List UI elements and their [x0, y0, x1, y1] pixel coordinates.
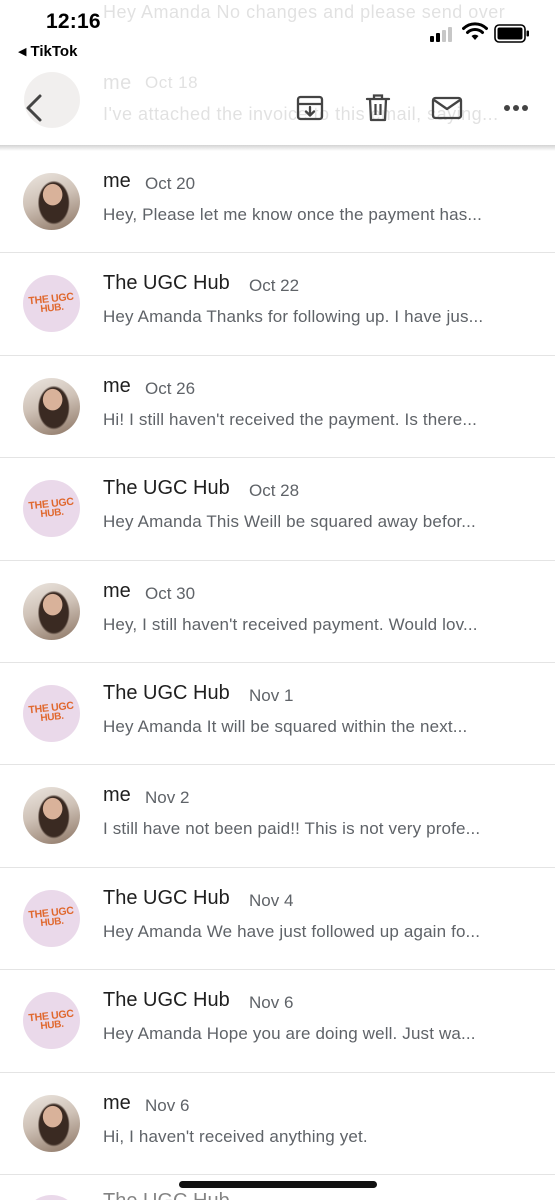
ugc-hub-logo: THE UGC HUB.: [28, 1007, 75, 1032]
thread-sender: The UGC Hub: [103, 886, 230, 909]
user-avatar: [23, 377, 80, 435]
thread-sender: me: [103, 170, 131, 192]
user-avatar: [23, 1094, 80, 1152]
thread-snippet: Hey, Please let me know once the payment…: [103, 205, 483, 224]
archive-button[interactable]: [290, 80, 330, 136]
partial-sender: The UGC Hub: [103, 1190, 230, 1200]
thread-row[interactable]: THE UGC HUB. The UGC Hub Nov 4 Hey Amanda We…: [0, 868, 555, 971]
thread-snippet: Hey Amanda This Weill be squared away be…: [103, 512, 476, 532]
wifi-icon: [462, 22, 488, 40]
ugc-hub-logo: THE UGC HUB.: [28, 905, 75, 930]
thread-date: Oct 30: [145, 583, 196, 603]
brand-avatar: THE UGC HUB.: [23, 480, 80, 538]
battery-icon: [494, 24, 529, 43]
thread-row[interactable]: me Nov 6 Hi, I haven't received anything y…: [0, 1073, 555, 1175]
thread-snippet: Hey Amanda Hope you are doing well. Just…: [103, 1024, 476, 1044]
delete-button[interactable]: [358, 80, 398, 136]
thread-sender: me: [103, 374, 131, 397]
thread-snippet: Hey Amanda We have just followed up agai…: [103, 921, 481, 941]
thread-sender: The UGC Hub: [103, 477, 230, 500]
thread-date: Oct 20: [145, 174, 196, 193]
ugc-hub-logo: THE UGC HUB.: [28, 291, 75, 316]
thread-row[interactable]: THE UGC HUB. The UGC Hub Nov 1 Hey Amanda It…: [0, 663, 555, 766]
thread-date: Oct 26: [145, 378, 196, 398]
ugc-hub-logo: THE UGC HUB.: [28, 700, 75, 725]
user-avatar: [23, 173, 80, 230]
back-to-app-link[interactable]: ◀ TikTok: [18, 43, 77, 60]
thread-date: Nov 4: [249, 890, 294, 910]
thread-date: Oct 28: [249, 481, 300, 501]
back-arrow-icon: [26, 94, 42, 122]
brand-avatar: THE UGC HUB.: [23, 684, 80, 742]
thread-snippet: Hi, I haven't received anything yet.: [103, 1126, 368, 1146]
ugc-hub-logo: THE UGC HUB.: [28, 495, 75, 520]
brand-avatar: THE UGC HUB.: [23, 889, 80, 947]
mail-icon: [431, 96, 463, 120]
thread-snippet: I still have not been paid!! This is not…: [103, 819, 481, 839]
thread-row[interactable]: me Nov 2 I still have not been paid!! This…: [0, 765, 555, 868]
partial-avatar: [23, 1195, 80, 1200]
thread-date: Nov 6: [145, 1095, 190, 1115]
more-icon: [504, 105, 528, 111]
back-button[interactable]: [14, 80, 54, 136]
thread-snippet: Hey, I still haven't received payment. W…: [103, 614, 478, 634]
thread-row[interactable]: me Oct 20 Hey, Please let me know once the…: [0, 151, 555, 254]
thread-snippet: Hey Amanda It will be squared within the…: [103, 716, 468, 736]
thread-sender: The UGC Hub: [103, 989, 230, 1012]
header-shadow: [0, 145, 555, 151]
status-time: 12:16: [46, 10, 101, 33]
user-avatar: [23, 787, 80, 845]
thread-snippet: Hi! I still haven't received the payment…: [103, 409, 478, 429]
mark-unread-button[interactable]: [426, 80, 468, 136]
thread-snippet: Hey Amanda Thanks for following up. I ha…: [103, 307, 484, 327]
back-app-label: TikTok: [30, 43, 78, 60]
more-options-button[interactable]: [498, 80, 534, 136]
brand-avatar: THE UGC HUB.: [23, 992, 80, 1050]
thread-date: Nov 2: [145, 788, 190, 808]
back-triangle-icon: ◀: [18, 46, 27, 58]
thread-sender: me: [103, 784, 131, 807]
thread-row[interactable]: THE UGC HUB. The UGC Hub Oct 28 Hey Amanda T…: [0, 458, 555, 561]
thread-sender: The UGC Hub: [103, 681, 230, 704]
cellular-signal-icon: [430, 25, 456, 42]
home-indicator[interactable]: [179, 1181, 377, 1188]
user-avatar: [23, 582, 80, 640]
trash-icon: [365, 94, 391, 122]
thread-row[interactable]: THE UGC HUB. The UGC Hub Nov 6 Hey Amanda Ho…: [0, 970, 555, 1073]
thread-date: Oct 22: [249, 276, 300, 296]
thread-sender: me: [103, 579, 131, 602]
thread-sender: me: [103, 1091, 131, 1114]
thread-date: Nov 1: [249, 685, 294, 705]
thread-row[interactable]: me Oct 26 Hi! I still haven't received the…: [0, 356, 555, 459]
thread-list: me Oct 20 Hey, Please let me know once the…: [0, 151, 555, 1175]
thread-row[interactable]: THE UGC HUB. The UGC Hub Oct 22 Hey Amanda T…: [0, 253, 555, 356]
status-bar: 12:16 ◀ TikTok: [0, 0, 555, 66]
thread-row[interactable]: me Oct 30 Hey, I still haven't received pa…: [0, 561, 555, 663]
thread-toolbar: [0, 80, 555, 140]
thread-date: Nov 6: [249, 993, 294, 1013]
brand-avatar: THE UGC HUB.: [23, 275, 80, 333]
archive-icon: [296, 95, 324, 121]
thread-sender: The UGC Hub: [103, 272, 230, 295]
